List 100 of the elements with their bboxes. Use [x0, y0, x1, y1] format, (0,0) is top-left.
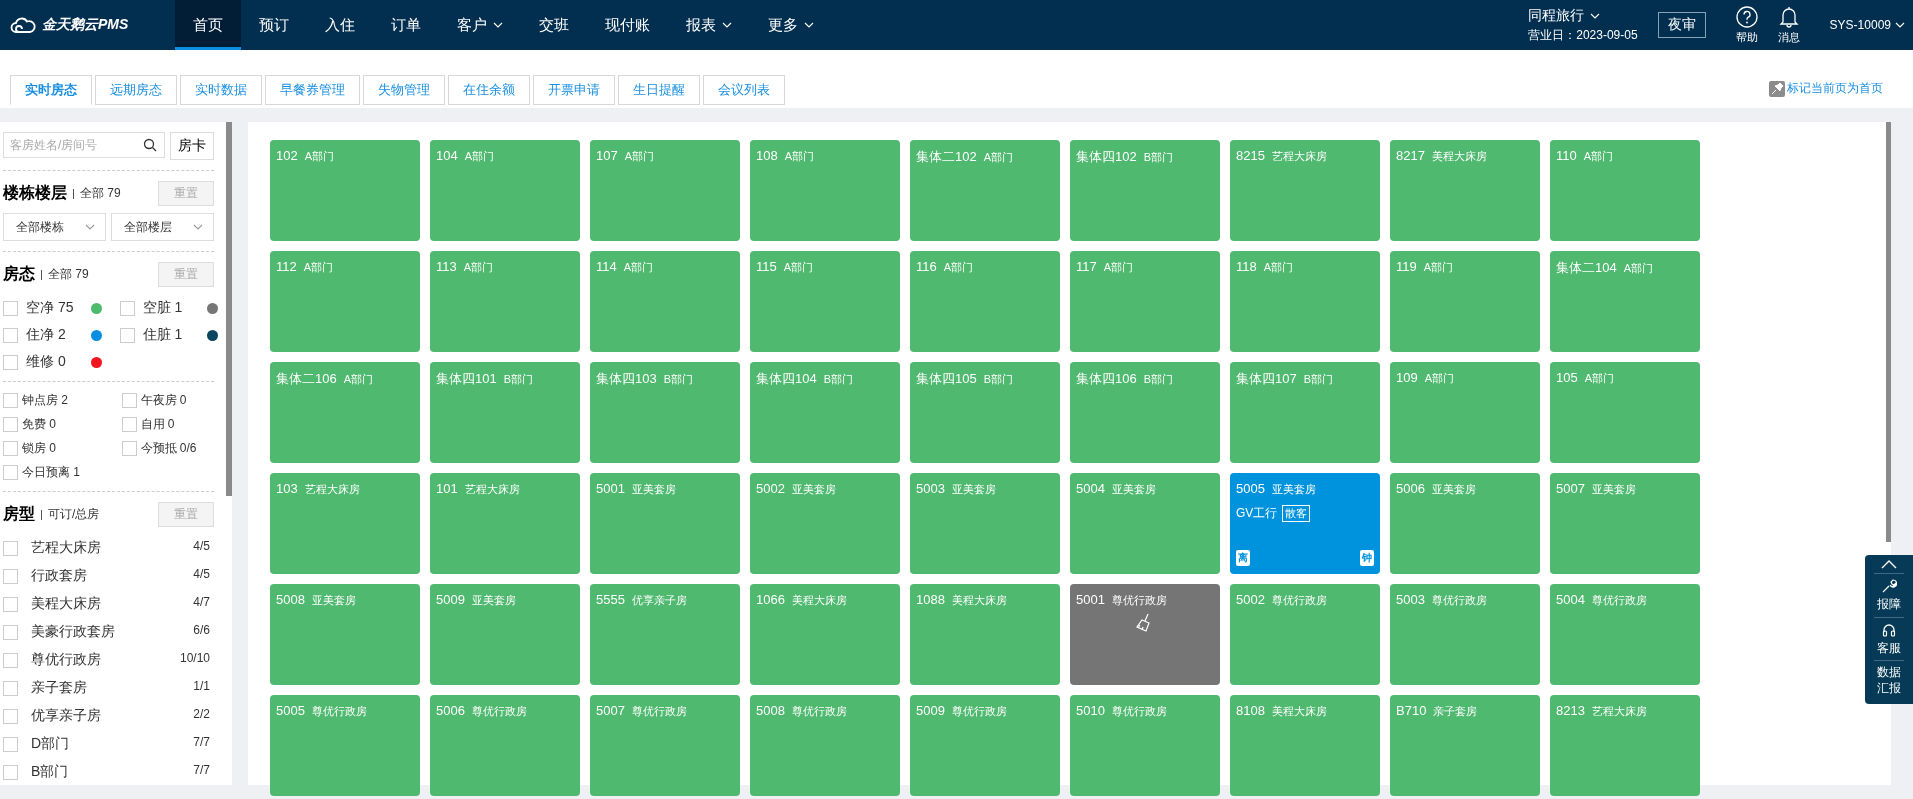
room-card[interactable]: 5001 亚美套房 [590, 473, 740, 574]
checkbox[interactable] [121, 417, 137, 432]
room-card[interactable]: 5010 尊优行政房 [1070, 695, 1220, 796]
room-card[interactable]: 1088 美程大床房 [910, 584, 1060, 685]
room-card[interactable]: 集体四105 B部门 [910, 362, 1060, 463]
checkbox[interactable] [119, 300, 135, 316]
room-card-button[interactable]: 房卡 [170, 132, 214, 160]
checkbox[interactable] [3, 465, 18, 480]
room-card[interactable]: B710 亲子套房 [1390, 695, 1540, 796]
room-card[interactable]: 集体四106 B部门 [1070, 362, 1220, 463]
checkbox[interactable] [3, 680, 18, 696]
tab[interactable]: 实时房态 [10, 75, 92, 105]
room-card[interactable]: 集体二104 A部门 [1550, 251, 1700, 352]
room-card[interactable]: 集体四101 B部门 [430, 362, 580, 463]
checkbox[interactable] [121, 441, 137, 456]
room-card[interactable]: 104 A部门 [430, 140, 580, 241]
room-card[interactable]: 5555 优享亲子房 [590, 584, 740, 685]
room-card[interactable]: 5003 尊优行政房 [1390, 584, 1540, 685]
tab[interactable]: 在住余额 [448, 75, 530, 105]
room-card[interactable]: 5008 尊优行政房 [750, 695, 900, 796]
room-card[interactable]: 103 艺程大床房 [270, 473, 420, 574]
room-card[interactable]: 集体二106 A部门 [270, 362, 420, 463]
room-card[interactable]: 118 A部门 [1230, 251, 1380, 352]
tab[interactable]: 远期房态 [95, 75, 177, 105]
room-card[interactable]: 5006 亚美套房 [1390, 473, 1540, 574]
set-homepage-link[interactable]: 标记当前页为首页 [1787, 80, 1883, 97]
messages-button[interactable]: 消息 [1777, 5, 1800, 45]
dropdown-select[interactable]: 全部楼栋 [3, 213, 106, 241]
scrollbar[interactable] [1886, 122, 1891, 542]
room-card[interactable]: 102 A部门 [270, 140, 420, 241]
side-tool-button[interactable]: 数据汇报 [1877, 665, 1901, 697]
room-card[interactable]: 105 A部门 [1550, 362, 1700, 463]
dropdown-select[interactable]: 全部楼层 [111, 213, 214, 241]
checkbox[interactable] [3, 327, 18, 343]
tab[interactable]: 生日提醒 [618, 75, 700, 105]
room-card[interactable]: 5004 亚美套房 [1070, 473, 1220, 574]
checkbox[interactable] [3, 354, 18, 370]
room-card[interactable]: 108 A部门 [750, 140, 900, 241]
room-card[interactable]: 115 A部门 [750, 251, 900, 352]
checkbox[interactable] [3, 708, 18, 724]
checkbox[interactable] [3, 596, 18, 612]
nav-item[interactable]: 订单 [373, 0, 439, 50]
room-card[interactable]: 119 A部门 [1390, 251, 1540, 352]
room-card[interactable]: 112 A部门 [270, 251, 420, 352]
room-card[interactable]: 5005 亚美套房 GV工行 散客 离 钟 [1230, 473, 1380, 574]
reset-button[interactable]: 重置 [158, 181, 214, 206]
room-card[interactable]: 5007 亚美套房 [1550, 473, 1700, 574]
checkbox[interactable] [3, 540, 18, 556]
reset-button[interactable]: 重置 [158, 502, 214, 527]
room-card[interactable]: 集体四102 B部门 [1070, 140, 1220, 241]
nav-item[interactable]: 更多 [750, 0, 832, 50]
room-card[interactable]: 113 A部门 [430, 251, 580, 352]
room-card[interactable]: 5003 亚美套房 [910, 473, 1060, 574]
nav-item[interactable]: 报表 [668, 0, 750, 50]
checkbox[interactable] [3, 300, 18, 316]
nav-item[interactable]: 现付账 [587, 0, 668, 50]
room-card[interactable]: 集体二102 A部门 [910, 140, 1060, 241]
room-card[interactable]: 8215 艺程大床房 [1230, 140, 1380, 241]
room-card[interactable]: 8217 美程大床房 [1390, 140, 1540, 241]
room-card[interactable]: 5002 亚美套房 [750, 473, 900, 574]
tab[interactable]: 早餐券管理 [265, 75, 360, 105]
room-card[interactable]: 集体四104 B部门 [750, 362, 900, 463]
scrollbar[interactable] [226, 122, 232, 496]
checkbox[interactable] [3, 393, 18, 408]
room-card[interactable]: 5009 尊优行政房 [910, 695, 1060, 796]
nav-item[interactable]: 交班 [521, 0, 587, 50]
checkbox[interactable] [119, 327, 135, 343]
nav-item[interactable]: 首页 [175, 0, 241, 50]
room-card[interactable]: 5005 尊优行政房 [270, 695, 420, 796]
checkbox[interactable] [3, 568, 18, 584]
hotel-selector[interactable]: 同程旅行 [1528, 6, 1638, 25]
room-card[interactable]: 117 A部门 [1070, 251, 1220, 352]
search-field[interactable]: 客房姓名/房间号 [3, 132, 165, 158]
tab[interactable]: 开票申请 [533, 75, 615, 105]
room-card[interactable]: 5001 尊优行政房 [1070, 584, 1220, 685]
checkbox[interactable] [121, 393, 137, 408]
room-card[interactable]: 5008 亚美套房 [270, 584, 420, 685]
checkbox[interactable] [3, 652, 18, 668]
nav-item[interactable]: 入住 [307, 0, 373, 50]
room-card[interactable]: 5009 亚美套房 [430, 584, 580, 685]
room-card[interactable]: 集体四107 B部门 [1230, 362, 1380, 463]
room-card[interactable]: 107 A部门 [590, 140, 740, 241]
checkbox[interactable] [3, 736, 18, 752]
room-card[interactable]: 5002 尊优行政房 [1230, 584, 1380, 685]
side-tool-button[interactable]: 客服 [1877, 621, 1901, 657]
chevron-up-icon[interactable] [1881, 559, 1897, 569]
reset-button[interactable]: 重置 [158, 262, 214, 287]
room-card[interactable]: 8213 艺程大床房 [1550, 695, 1700, 796]
room-card[interactable]: 5007 尊优行政房 [590, 695, 740, 796]
night-audit-button[interactable]: 夜审 [1657, 12, 1706, 38]
room-card[interactable]: 集体四103 B部门 [590, 362, 740, 463]
room-card[interactable]: 114 A部门 [590, 251, 740, 352]
checkbox[interactable] [3, 764, 18, 780]
checkbox[interactable] [3, 417, 18, 432]
room-card[interactable]: 101 艺程大床房 [430, 473, 580, 574]
nav-item[interactable]: 预订 [241, 0, 307, 50]
room-card[interactable]: 109 A部门 [1390, 362, 1540, 463]
room-card[interactable]: 116 A部门 [910, 251, 1060, 352]
checkbox[interactable] [3, 624, 18, 640]
nav-item[interactable]: 客户 [439, 0, 521, 50]
